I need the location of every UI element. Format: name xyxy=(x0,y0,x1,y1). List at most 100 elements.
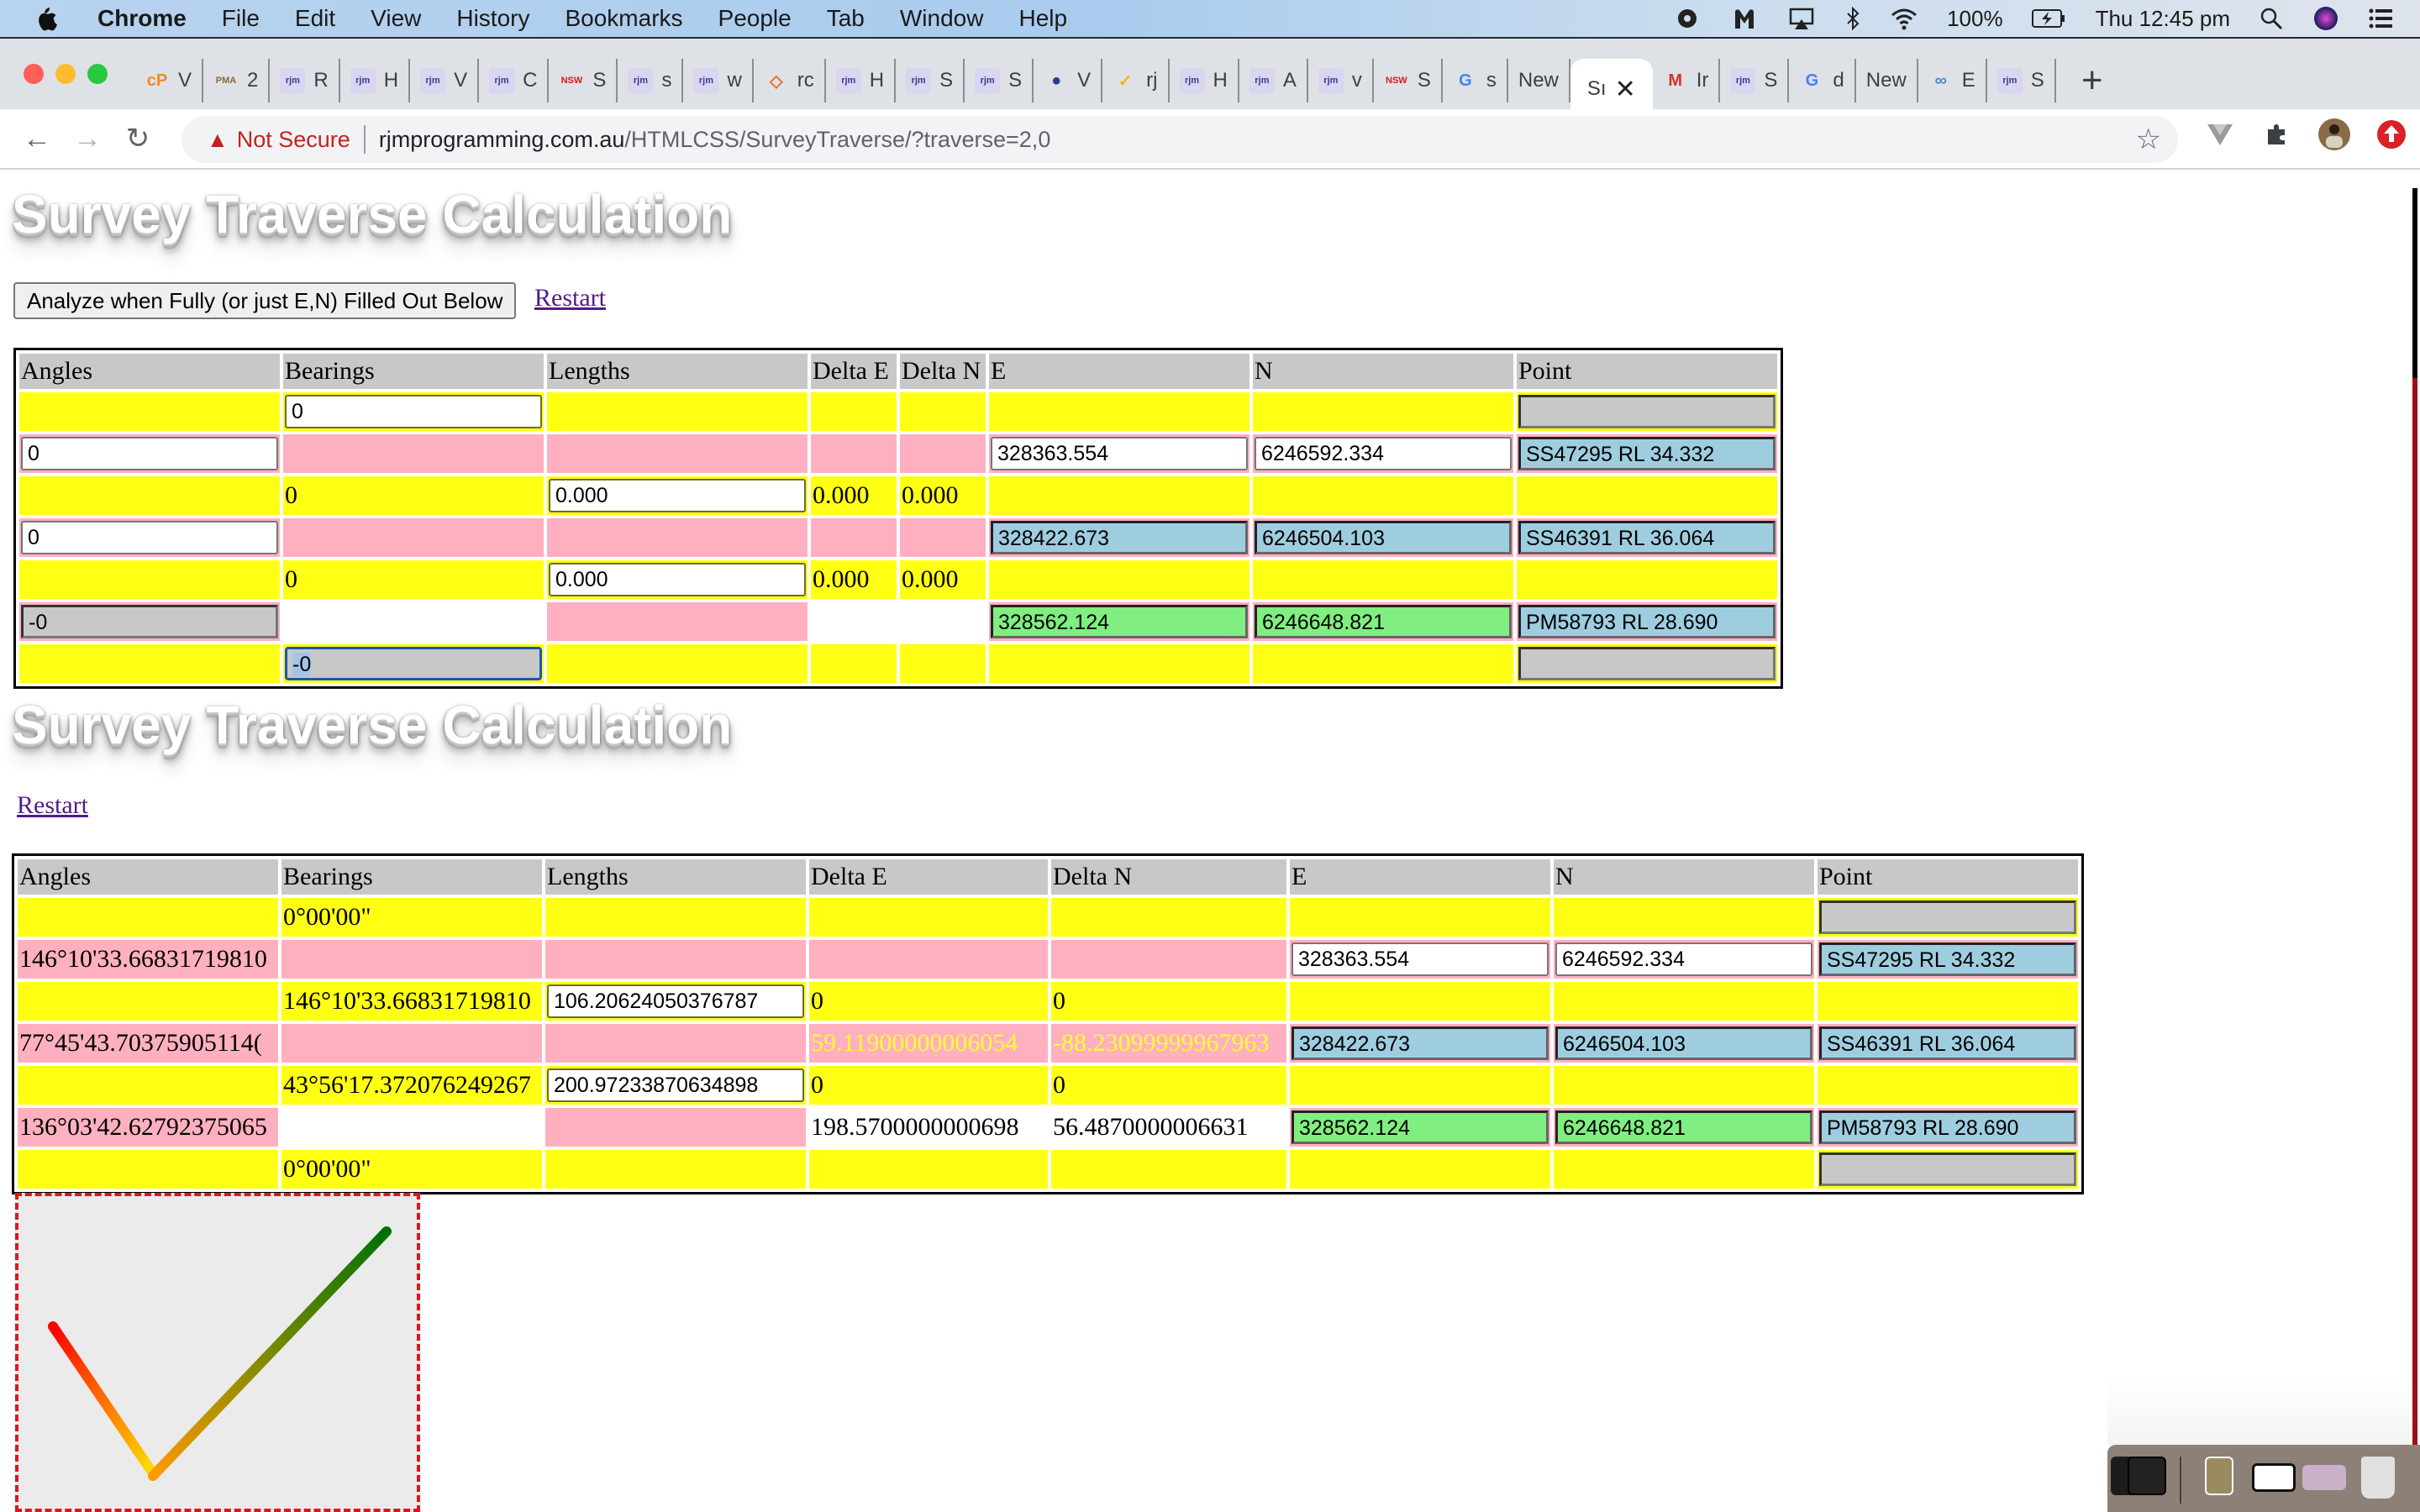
point-input[interactable]: SS47295 RL 34.332 xyxy=(1518,437,1776,470)
menu-history[interactable]: History xyxy=(456,5,529,32)
length-input[interactable]: 0.000 xyxy=(549,563,806,596)
tab[interactable]: New xyxy=(1856,59,1918,102)
point-input[interactable] xyxy=(1819,900,2076,934)
tab[interactable]: cP V xyxy=(134,59,204,102)
tab[interactable]: Gs xyxy=(1443,59,1508,102)
dock-screenshot-icon[interactable] xyxy=(2252,1463,2296,1492)
tab[interactable]: ● V xyxy=(1034,59,1103,102)
analyze-button[interactable]: Analyze when Fully (or just E,N) Filled … xyxy=(13,282,517,319)
restart-link-2[interactable]: Restart xyxy=(17,791,88,820)
tab[interactable]: ∞ E xyxy=(1918,59,1987,102)
tab[interactable]: M Ir xyxy=(1653,59,1721,102)
menu-window[interactable]: Window xyxy=(900,5,984,32)
tab-close-icon[interactable]: ✕ xyxy=(1615,75,1636,104)
point-input[interactable]: PM58793 RL 28.690 xyxy=(1819,1110,2076,1144)
extensions-puzzle-icon[interactable] xyxy=(2260,118,2294,151)
dock-terminal-exec-icon[interactable] xyxy=(2128,1457,2166,1495)
tab[interactable]: rjm v xyxy=(1308,59,1374,102)
point-input[interactable]: PM58793 RL 28.690 xyxy=(1518,605,1776,638)
dock-trash-icon[interactable] xyxy=(2361,1457,2395,1499)
menu-file[interactable]: File xyxy=(222,5,260,32)
northing-input[interactable]: 6246648.821 xyxy=(1555,1110,1812,1144)
point-input[interactable] xyxy=(1518,647,1776,680)
notification-center-icon[interactable] xyxy=(2368,7,2395,30)
tab[interactable]: NSW S xyxy=(1374,59,1443,102)
easting-input[interactable]: 328363.554 xyxy=(1292,942,1549,976)
angle-input[interactable]: -0 xyxy=(21,605,278,638)
point-input[interactable] xyxy=(1819,1152,2076,1186)
northing-input[interactable]: 6246648.821 xyxy=(1255,605,1512,638)
northing-input[interactable]: 6246592.334 xyxy=(1555,942,1812,976)
battery-charging-icon[interactable] xyxy=(2031,8,2067,29)
new-tab-plus-icon[interactable]: + xyxy=(2081,60,2103,102)
menu-edit[interactable]: Edit xyxy=(295,5,335,32)
menu-view[interactable]: View xyxy=(371,5,421,32)
tab[interactable]: rjm S xyxy=(896,59,965,102)
northing-input[interactable]: 6246592.334 xyxy=(1255,437,1512,470)
tab[interactable]: rjm A xyxy=(1239,59,1308,102)
dock-browser-window-icon[interactable] xyxy=(2302,1465,2346,1490)
tab[interactable]: Gd xyxy=(1789,59,1856,102)
easting-input[interactable]: 328422.673 xyxy=(1292,1026,1549,1060)
tab[interactable]: rjm R xyxy=(270,59,340,102)
malwarebytes-icon[interactable] xyxy=(1730,6,1759,31)
tab[interactable]: rjm H xyxy=(340,59,411,102)
menu-tab[interactable]: Tab xyxy=(827,5,865,32)
menu-people[interactable]: People xyxy=(718,5,792,32)
profile-avatar[interactable] xyxy=(2317,118,2351,151)
tab[interactable]: rjm s xyxy=(618,59,684,102)
menu-app-name[interactable]: Chrome xyxy=(97,5,187,32)
menu-help[interactable]: Help xyxy=(1018,5,1067,32)
siri-icon[interactable] xyxy=(2312,5,2339,32)
easting-input[interactable]: 328422.673 xyxy=(991,521,1248,554)
tab[interactable]: rjm S xyxy=(1720,59,1790,102)
northing-input[interactable]: 6246504.103 xyxy=(1255,521,1512,554)
dock-photo-stack-icon[interactable] xyxy=(2205,1457,2233,1495)
easting-input[interactable]: 328562.124 xyxy=(1292,1110,1549,1144)
tab[interactable]: rjm w xyxy=(683,59,754,102)
tab[interactable]: NSW S xyxy=(549,59,618,102)
bearing-input[interactable]: 0 xyxy=(285,395,542,428)
menu-bookmarks[interactable]: Bookmarks xyxy=(565,5,682,32)
tab[interactable]: ✓ rj xyxy=(1102,59,1170,102)
tab[interactable]: rjm S xyxy=(965,59,1034,102)
menubar-clock[interactable]: Thu 12:45 pm xyxy=(2096,6,2230,32)
length-input[interactable]: 200.97233870634898 xyxy=(547,1068,804,1102)
spotlight-search-icon[interactable] xyxy=(2259,6,2284,31)
window-zoom-button[interactable] xyxy=(87,64,108,84)
tab[interactable]: New xyxy=(1508,59,1570,102)
point-input[interactable] xyxy=(1518,395,1776,428)
tab[interactable]: rjm S xyxy=(1987,59,2056,102)
warning-triangle-icon[interactable]: ▲ xyxy=(207,127,229,153)
tab[interactable]: rjm C xyxy=(479,59,550,102)
scrollbar-thumb[interactable] xyxy=(2412,188,2417,378)
forward-arrow-icon[interactable]: → xyxy=(62,123,113,155)
angle-input[interactable]: 0 xyxy=(21,521,278,554)
tab[interactable]: PMA 2 xyxy=(203,59,271,102)
tab[interactable]: rjm H xyxy=(826,59,897,102)
window-close-button[interactable] xyxy=(24,64,44,84)
airplay-icon[interactable] xyxy=(1787,6,1816,31)
length-input[interactable]: 106.20624050376787 xyxy=(547,984,804,1018)
antivirus-icon[interactable] xyxy=(1673,6,1702,31)
reload-icon[interactable]: ↻ xyxy=(113,122,163,155)
easting-input[interactable]: 328562.124 xyxy=(991,605,1248,638)
security-status[interactable]: Not Secure xyxy=(237,127,350,153)
bluetooth-icon[interactable] xyxy=(1844,6,1861,31)
back-arrow-icon[interactable]: ← xyxy=(12,123,62,155)
tab[interactable]: rjm H xyxy=(1170,59,1239,102)
bookmark-star-icon[interactable]: ☆ xyxy=(2136,123,2161,156)
wifi-icon[interactable] xyxy=(1890,6,1918,31)
tab[interactable]: rjm V xyxy=(410,59,480,102)
bearing-input-focused[interactable]: -0 xyxy=(285,647,542,680)
restart-link[interactable]: Restart xyxy=(534,284,606,312)
point-input[interactable]: SS46391 RL 36.064 xyxy=(1819,1026,2076,1060)
page-scrollbar[interactable] xyxy=(2410,171,2420,1512)
tab[interactable]: ◇ rc xyxy=(754,59,826,102)
point-input[interactable]: SS47295 RL 34.332 xyxy=(1819,942,2076,976)
length-input[interactable]: 0.000 xyxy=(549,479,806,512)
address-bar[interactable]: ▲ Not Secure rjmprogramming.com.au/HTMLC… xyxy=(182,116,2178,163)
angle-input[interactable]: 0 xyxy=(21,437,278,470)
easting-input[interactable]: 328363.554 xyxy=(991,437,1248,470)
update-arrow-icon[interactable] xyxy=(2375,118,2408,151)
